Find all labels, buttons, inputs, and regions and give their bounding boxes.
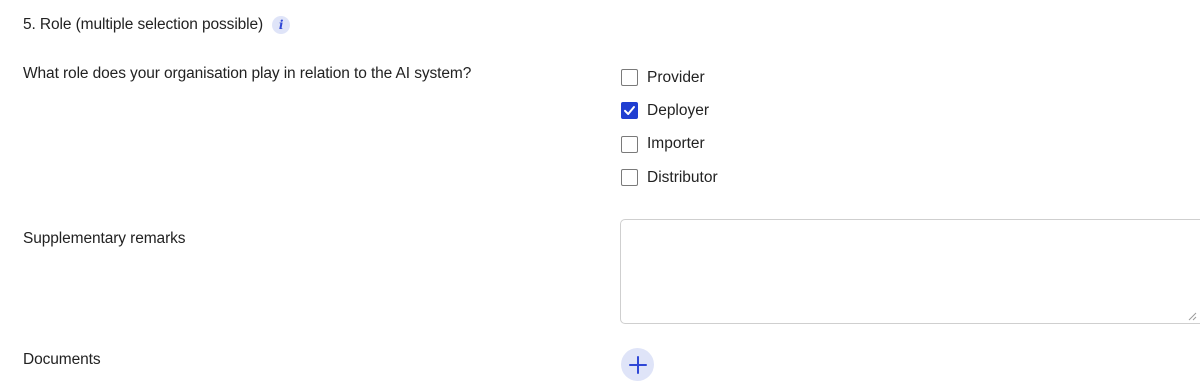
role-option-importer[interactable]: Importer xyxy=(621,128,921,161)
section-heading: 5. Role (multiple selection possible) i xyxy=(23,15,291,35)
plus-icon xyxy=(628,355,647,374)
section-title: 5. Role (multiple selection possible) xyxy=(23,16,264,33)
role-option-distributor[interactable]: Distributor xyxy=(621,161,921,194)
remarks-textarea[interactable] xyxy=(620,219,1200,324)
info-icon[interactable]: i xyxy=(272,16,291,34)
checkbox-label: Provider xyxy=(647,68,705,86)
role-question-label: What role does your organisation play in… xyxy=(23,65,472,82)
checkbox-label: Importer xyxy=(647,135,705,153)
checkbox[interactable] xyxy=(621,169,638,187)
documents-label: Documents xyxy=(23,351,101,368)
remarks-label: Supplementary remarks xyxy=(23,230,186,247)
add-document-button[interactable] xyxy=(621,348,654,381)
checkbox-label: Distributor xyxy=(647,168,718,186)
role-option-provider[interactable]: Provider xyxy=(621,61,921,94)
checkmark-icon xyxy=(624,106,635,116)
role-option-deployer[interactable]: Deployer xyxy=(621,94,921,127)
checkbox[interactable] xyxy=(621,135,638,153)
checkbox[interactable] xyxy=(621,102,638,120)
role-form: 5. Role (multiple selection possible) i … xyxy=(0,0,1200,390)
resize-grip-icon[interactable] xyxy=(1188,312,1197,321)
role-checkbox-group: Provider Deployer Importer Distributor xyxy=(621,64,921,194)
checkbox[interactable] xyxy=(621,69,638,87)
checkbox-label: Deployer xyxy=(647,101,710,119)
